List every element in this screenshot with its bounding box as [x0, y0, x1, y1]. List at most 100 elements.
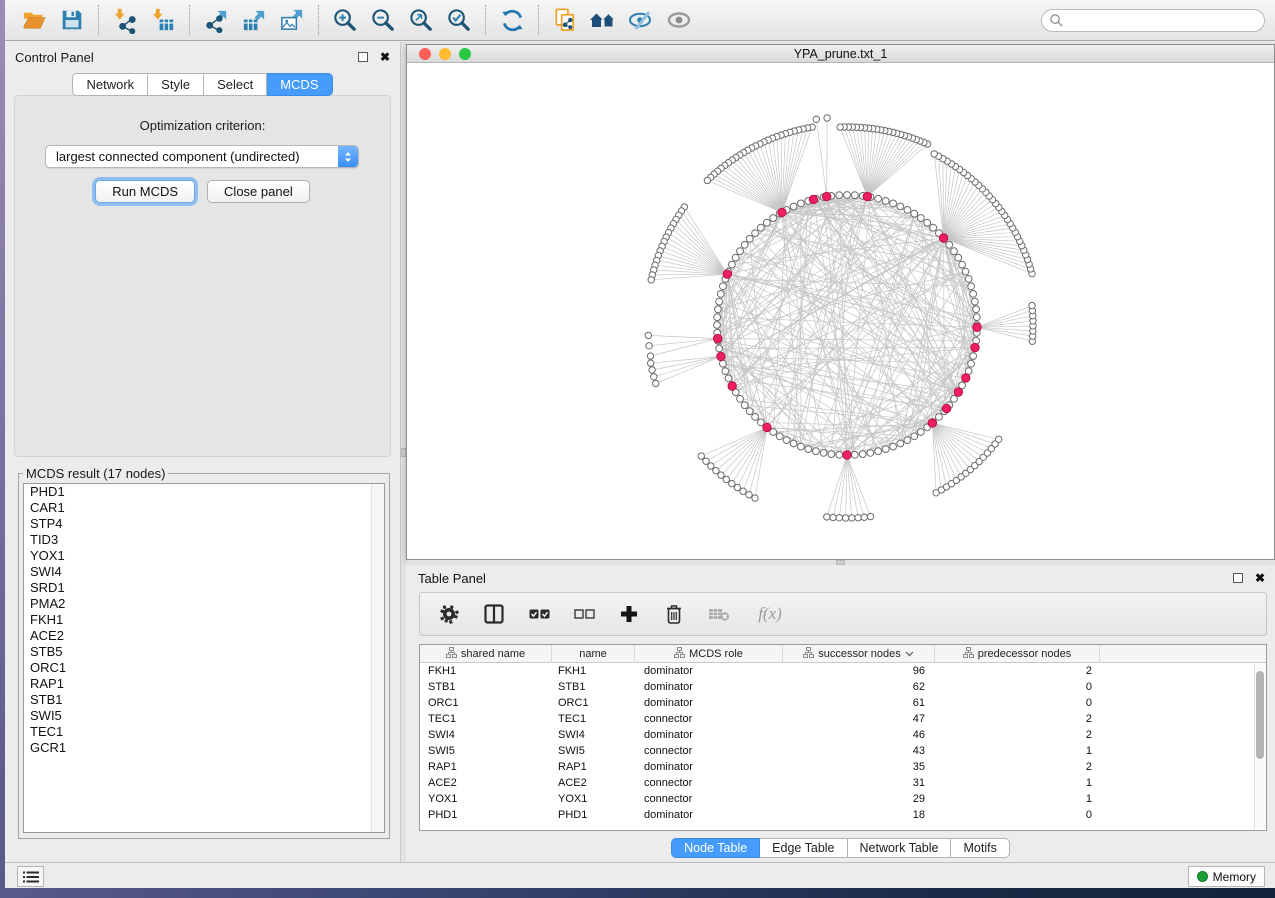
ring-node[interactable]	[890, 443, 897, 450]
network-window-titlebar[interactable]: YPA_prune.txt_1	[407, 45, 1274, 63]
table-row[interactable]: FKH1FKH1dominator962	[420, 663, 1266, 679]
export-table-button[interactable]	[235, 3, 273, 37]
show-all-button[interactable]	[660, 3, 698, 37]
satellite-node[interactable]	[649, 367, 655, 373]
table-row[interactable]: YOX1YOX1connector291	[420, 791, 1266, 807]
column-header-MCDS-role[interactable]: MCDS role	[635, 645, 783, 663]
mcds-hub-node[interactable]	[962, 374, 970, 382]
satellite-node[interactable]	[729, 480, 735, 486]
mcds-hub-node[interactable]	[863, 192, 871, 200]
mcds-result-item[interactable]: SRD1	[24, 580, 384, 596]
table-row[interactable]: TEC1TEC1connector472	[420, 711, 1266, 727]
ring-node[interactable]	[973, 306, 980, 313]
mcds-result-item[interactable]: TEC1	[24, 724, 384, 740]
ring-node[interactable]	[936, 414, 943, 421]
zoom-in-button[interactable]	[326, 3, 364, 37]
satellite-node[interactable]	[645, 332, 651, 338]
ring-node[interactable]	[714, 314, 721, 321]
satellite-node[interactable]	[740, 488, 746, 494]
satellite-node[interactable]	[746, 492, 752, 498]
table-tab-node-table[interactable]: Node Table	[671, 838, 760, 858]
satellite-node[interactable]	[1029, 302, 1035, 308]
mcds-result-item[interactable]: PMA2	[24, 596, 384, 612]
task-history-button[interactable]	[17, 866, 44, 887]
first-neighbors-button[interactable]	[584, 3, 622, 37]
ring-node[interactable]	[722, 368, 729, 375]
mcds-result-item[interactable]: CAR1	[24, 500, 384, 516]
mcds-hub-node[interactable]	[954, 388, 962, 396]
mcds-hub-node[interactable]	[763, 423, 771, 431]
column-header-predecessor-nodes[interactable]: predecessor nodes	[935, 645, 1100, 663]
ring-node[interactable]	[715, 306, 722, 313]
table-tab-network-table[interactable]: Network Table	[848, 838, 952, 858]
ring-node[interactable]	[890, 200, 897, 207]
ring-node[interactable]	[798, 443, 805, 450]
mcds-result-item[interactable]: PHD1	[24, 484, 384, 500]
mcds-result-item[interactable]: FKH1	[24, 612, 384, 628]
memory-button[interactable]: Memory	[1188, 866, 1265, 887]
ring-node[interactable]	[968, 360, 975, 367]
mcds-result-item[interactable]: STB5	[24, 644, 384, 660]
table-tab-motifs[interactable]: Motifs	[951, 838, 1009, 858]
tab-network[interactable]: Network	[72, 73, 148, 96]
zoom-selected-button[interactable]	[440, 3, 478, 37]
ring-node[interactable]	[757, 224, 764, 231]
mcds-hub-node[interactable]	[928, 419, 936, 427]
search-input[interactable]	[1041, 9, 1265, 32]
ring-node[interactable]	[798, 200, 805, 207]
tab-select[interactable]: Select	[204, 73, 267, 96]
column-header-successor-nodes[interactable]: successor nodes	[783, 645, 935, 663]
hide-selected-button[interactable]	[622, 3, 660, 37]
ring-node[interactable]	[970, 291, 977, 298]
export-network-button[interactable]	[197, 3, 235, 37]
ring-node[interactable]	[725, 375, 732, 382]
satellite-node[interactable]	[813, 116, 819, 122]
satellite-node[interactable]	[646, 343, 652, 349]
ring-node[interactable]	[737, 395, 744, 402]
show-column-panel-button[interactable]	[482, 602, 506, 626]
export-image-button[interactable]	[273, 3, 311, 37]
scrollbar-thumb[interactable]	[1256, 671, 1264, 759]
run-mcds-button[interactable]: Run MCDS	[95, 180, 195, 203]
ring-node[interactable]	[836, 451, 843, 458]
ring-node[interactable]	[875, 448, 882, 455]
satellite-node[interactable]	[648, 360, 654, 366]
table-settings-button[interactable]	[437, 602, 461, 626]
satellite-node[interactable]	[842, 515, 848, 521]
mcds-hub-node[interactable]	[728, 382, 736, 390]
mcds-result-item[interactable]: YOX1	[24, 548, 384, 564]
ring-node[interactable]	[741, 402, 748, 409]
ring-node[interactable]	[930, 224, 937, 231]
satellite-node[interactable]	[861, 514, 867, 520]
ring-node[interactable]	[882, 446, 889, 453]
ring-node[interactable]	[732, 254, 739, 261]
ring-node[interactable]	[752, 230, 759, 237]
ring-node[interactable]	[790, 440, 797, 447]
satellite-node[interactable]	[704, 177, 710, 183]
satellite-node[interactable]	[648, 277, 654, 283]
ring-node[interactable]	[959, 261, 966, 268]
close-panel-button[interactable]: Close panel	[207, 180, 310, 203]
clone-network-button[interactable]	[546, 3, 584, 37]
ring-node[interactable]	[746, 235, 753, 242]
tab-style[interactable]: Style	[148, 73, 204, 96]
mcds-hub-node[interactable]	[723, 270, 731, 278]
ring-node[interactable]	[746, 408, 753, 415]
mcds-list-scrollbar[interactable]	[371, 484, 384, 832]
column-header-name[interactable]: name	[552, 645, 635, 663]
ring-node[interactable]	[897, 440, 904, 447]
ring-node[interactable]	[844, 192, 851, 199]
ring-node[interactable]	[973, 314, 980, 321]
ring-node[interactable]	[911, 433, 918, 440]
ring-node[interactable]	[867, 450, 874, 457]
mcds-result-item[interactable]: ORC1	[24, 660, 384, 676]
ring-node[interactable]	[729, 261, 736, 268]
satellite-node[interactable]	[855, 515, 861, 521]
table-row[interactable]: RAP1RAP1dominator352	[420, 759, 1266, 775]
table-row[interactable]: SWI4SWI4dominator462	[420, 727, 1266, 743]
satellite-node[interactable]	[651, 374, 657, 380]
satellite-node[interactable]	[830, 514, 836, 520]
ring-node[interactable]	[911, 210, 918, 217]
ring-node[interactable]	[714, 322, 721, 329]
maximize-window-dot[interactable]	[459, 48, 471, 60]
